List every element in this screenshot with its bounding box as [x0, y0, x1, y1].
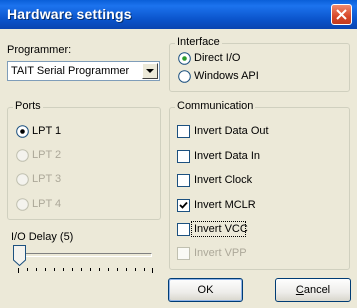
invert-clock-label[interactable]: Invert Clock — [194, 174, 252, 186]
cancel-button[interactable]: Cancel — [275, 278, 351, 302]
invert-vpp-label: Invert VPP — [194, 247, 247, 259]
focus-indicator — [191, 221, 246, 237]
communication-group-title: Communication — [175, 100, 256, 112]
lpt4-label: LPT 4 — [32, 198, 62, 210]
chevron-down-icon — [146, 69, 154, 73]
radio-windows-api[interactable] — [178, 70, 191, 83]
io-delay-slider-track[interactable] — [14, 253, 152, 257]
invert-data-in-label[interactable]: Invert Data In — [194, 150, 260, 162]
interface-group-title: Interface — [175, 36, 222, 48]
ports-group — [7, 107, 161, 220]
invert-data-out-label[interactable]: Invert Data Out — [194, 125, 269, 137]
programmer-label: Programmer: — [7, 44, 72, 56]
checkbox-invert-mclr[interactable] — [177, 199, 190, 212]
io-delay-label: I/O Delay (5) — [11, 231, 74, 243]
checkmark-icon — [179, 201, 188, 209]
interface-group — [169, 43, 350, 92]
radio-lpt4 — [16, 198, 29, 211]
programmer-select[interactable]: TAIT Serial Programmer — [7, 61, 160, 81]
io-delay-slider-thumb[interactable] — [13, 245, 26, 266]
checkbox-invert-data-in[interactable] — [177, 150, 190, 163]
cancel-mnemonic: C — [295, 284, 304, 296]
radio-lpt2 — [16, 149, 29, 162]
windows-api-label[interactable]: Windows API — [194, 70, 259, 82]
ok-button[interactable]: OK — [168, 278, 243, 302]
cancel-label-rest: ancel — [303, 284, 331, 296]
lpt1-label[interactable]: LPT 1 — [32, 125, 61, 137]
checkbox-invert-vpp — [177, 247, 190, 260]
programmer-selected-value: TAIT Serial Programmer — [11, 65, 130, 77]
title-bar[interactable]: Hardware settings — [0, 0, 357, 29]
radio-direct-io[interactable] — [178, 52, 191, 65]
hardware-settings-dialog: Hardware settings Programmer: TAIT Seria… — [0, 0, 357, 308]
ports-group-title: Ports — [13, 100, 43, 112]
lpt3-label: LPT 3 — [32, 173, 62, 185]
close-button[interactable] — [331, 4, 352, 25]
window-title: Hardware settings — [7, 6, 132, 22]
lpt2-label: LPT 2 — [32, 149, 62, 161]
checkbox-invert-vcc[interactable] — [177, 223, 190, 236]
direct-io-label[interactable]: Direct I/O — [194, 52, 240, 64]
close-icon — [336, 9, 347, 20]
radio-lpt3 — [16, 173, 29, 186]
checkbox-invert-data-out[interactable] — [177, 125, 190, 138]
invert-mclr-label[interactable]: Invert MCLR — [194, 199, 256, 211]
checkbox-invert-clock[interactable] — [177, 174, 190, 187]
dropdown-button[interactable] — [142, 63, 158, 79]
slider-ticks — [18, 268, 153, 273]
radio-lpt1[interactable] — [16, 125, 29, 138]
